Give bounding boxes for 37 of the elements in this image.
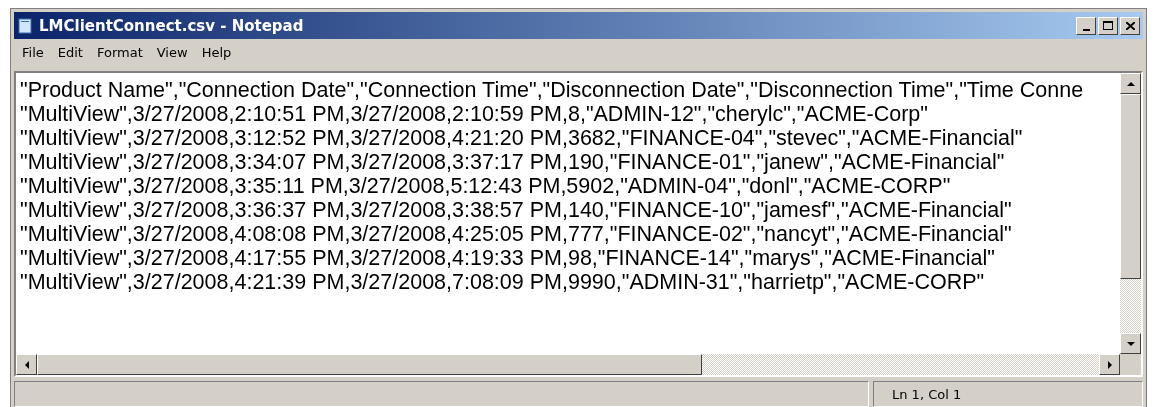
menu-item[interactable]: Edit — [51, 42, 89, 62]
text-line: "MultiView",3/27/2008,3:36:37 PM,3/27/2008,3:38:57 PM,140,"FINANCE-10","jamesf","ACME-Financial" — [20, 198, 1013, 222]
scroll-up-button[interactable] — [1120, 73, 1141, 94]
menu-item[interactable]: Help — [195, 42, 238, 62]
menu-item[interactable]: File — [16, 42, 50, 62]
left-arrow-icon — [24, 360, 29, 369]
menu-item[interactable]: View — [150, 42, 194, 62]
down-arrow-icon — [1126, 341, 1135, 346]
scroll-thumb[interactable] — [37, 354, 702, 375]
maximize-icon — [1103, 21, 1113, 30]
text-line: "MultiView",3/27/2008,3:12:52 PM,3/27/2008,4:21:20 PM,3682,"FINANCE-04","stevec","ACME-Financial" — [20, 126, 1024, 150]
window-title: LMClientConnect.csv - Notepad — [39, 16, 305, 35]
minimize-icon — [1082, 28, 1090, 31]
up-arrow-icon — [1126, 81, 1135, 86]
scroll-right-button[interactable] — [1099, 354, 1120, 375]
right-arrow-icon — [1107, 360, 1112, 369]
text-line: "MultiView",3/27/2008,3:35:11 PM,3/27/2008,5:12:43 PM,5902,"ADMIN-04","donl","ACME-CORP" — [20, 174, 952, 198]
text-line: "MultiView",3/27/2008,3:34:07 PM,3/27/2008,3:37:17 PM,190,"FINANCE-01","janew","ACME-Financial" — [20, 150, 1006, 174]
cursor-position: Ln 1, Col 1 — [873, 381, 1143, 407]
scroll-left-button[interactable] — [16, 354, 37, 375]
text-line: "MultiView",3/27/2008,4:21:39 PM,3/27/2008,7:08:09 PM,9990,"ADMIN-31","harrietp","ACME-CORP" — [20, 270, 986, 294]
horizontal-scrollbar[interactable] — [16, 354, 1120, 375]
close-icon — [1125, 21, 1135, 30]
minimize-button[interactable] — [1076, 16, 1096, 35]
scroll-thumb[interactable] — [1120, 94, 1141, 279]
vertical-scrollbar[interactable] — [1120, 73, 1141, 354]
close-button[interactable] — [1120, 16, 1140, 35]
text-area[interactable] — [14, 71, 1143, 377]
text-line: "MultiView",3/27/2008,4:08:08 PM,3/27/2008,4:25:05 PM,777,"FINANCE-02","nancyt","ACME-Financial" — [20, 222, 1013, 246]
menu-item[interactable]: Format — [90, 42, 149, 62]
scroll-down-button[interactable] — [1120, 333, 1141, 354]
maximize-button[interactable] — [1098, 16, 1118, 35]
scrollbar-corner — [1120, 354, 1141, 375]
notepad-icon — [17, 17, 33, 34]
text-line: "MultiView",3/27/2008,4:17:55 PM,3/27/2008,4:19:33 PM,98,"FINANCE-14","marys","ACME-Financial" — [20, 246, 996, 270]
text-line: "Product Name","Connection Date","Connection Time","Disconnection Date","Disconnection Time","Time Conne — [20, 78, 1085, 102]
text-line: "MultiView",3/27/2008,2:10:51 PM,3/27/2008,2:10:59 PM,8,"ADMIN-12","cherylc","ACME-Corp" — [20, 102, 929, 126]
